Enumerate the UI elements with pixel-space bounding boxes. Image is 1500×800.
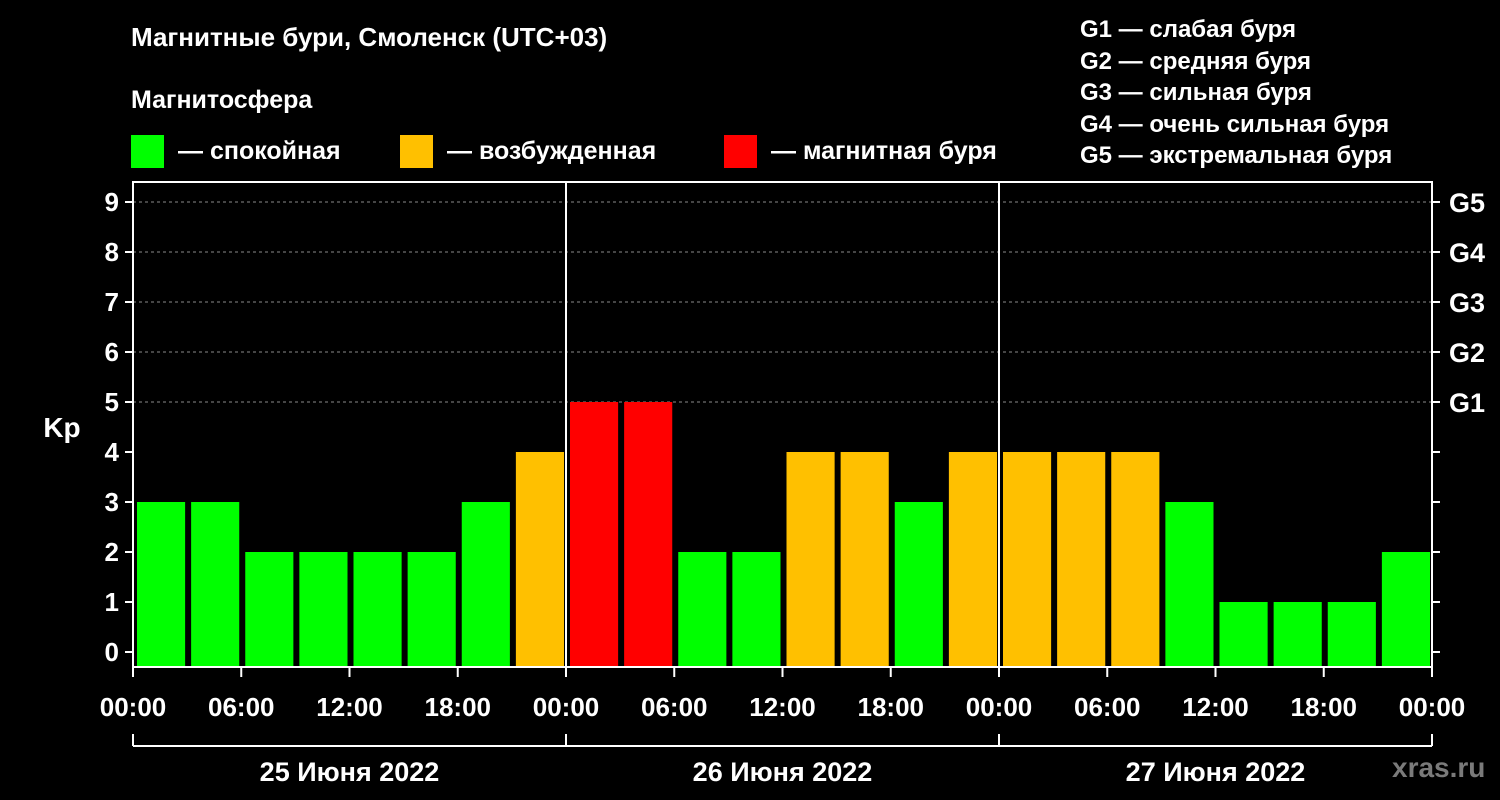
x-tick-label: 12:00 [749, 692, 816, 722]
kp-bar [1219, 602, 1268, 667]
y-tick-label: 5 [105, 387, 119, 417]
g-tick-label: G4 [1449, 238, 1485, 268]
y-tick-label: 6 [105, 337, 119, 367]
kp-bar [191, 502, 240, 667]
y-tick-label: 8 [105, 237, 119, 267]
g-tick-label: G3 [1449, 288, 1485, 318]
kp-bar [245, 552, 294, 667]
x-tick-label: 00:00 [1399, 692, 1466, 722]
kp-bar [515, 452, 564, 667]
x-tick-label: 18:00 [858, 692, 925, 722]
y-tick-label: 3 [105, 487, 119, 517]
kp-bar [1273, 602, 1322, 667]
kp-bar [624, 402, 673, 667]
kp-bar [1165, 502, 1214, 667]
x-tick-label: 18:00 [425, 692, 492, 722]
day-label: 26 Июня 2022 [693, 757, 873, 787]
x-tick-label: 12:00 [1182, 692, 1249, 722]
kp-bar [570, 402, 619, 667]
y-tick-label: 0 [105, 637, 119, 667]
kp-bar [786, 452, 835, 667]
kp-bar [678, 552, 727, 667]
kp-bar [461, 502, 510, 667]
kp-bar [1381, 552, 1430, 667]
kp-bar [1003, 452, 1052, 667]
x-tick-label: 06:00 [208, 692, 275, 722]
day-label: 25 Июня 2022 [260, 757, 440, 787]
y-tick-label: 7 [105, 287, 119, 317]
kp-bar [137, 502, 186, 667]
y-tick-label: 4 [105, 437, 120, 467]
x-tick-label: 18:00 [1291, 692, 1358, 722]
kp-bar [894, 502, 943, 667]
day-label: 27 Июня 2022 [1126, 757, 1306, 787]
kp-bar [1327, 602, 1376, 667]
g-tick-label: G5 [1449, 188, 1485, 218]
watermark: xras.ru [1392, 752, 1486, 783]
kp-bar [948, 452, 997, 667]
kp-bar [1057, 452, 1106, 667]
y-tick-label: 2 [105, 537, 119, 567]
kp-bar-chart: 0 1 2 3 4 5 6 7 8 9 G1 G2 G3 G4 G5 Kp 00:00 06:00 12:00 18:… [43, 181, 1485, 787]
kp-bar [299, 552, 348, 667]
x-tick-label: 00:00 [533, 692, 600, 722]
kp-bar [840, 452, 889, 667]
x-tick-label: 00:00 [100, 692, 167, 722]
g-tick-label: G1 [1449, 388, 1485, 418]
kp-bar [407, 552, 456, 667]
x-tick-label: 06:00 [1074, 692, 1141, 722]
kp-bar [732, 552, 781, 667]
kp-bar [353, 552, 402, 667]
y-tick-label: 1 [105, 587, 119, 617]
y-axis-label: Kp [43, 412, 80, 443]
y-tick-label: 9 [105, 187, 119, 217]
x-tick-label: 06:00 [641, 692, 708, 722]
x-tick-label: 12:00 [316, 692, 383, 722]
kp-bar [1111, 452, 1160, 667]
g-tick-label: G2 [1449, 338, 1485, 368]
x-tick-label: 00:00 [966, 692, 1033, 722]
